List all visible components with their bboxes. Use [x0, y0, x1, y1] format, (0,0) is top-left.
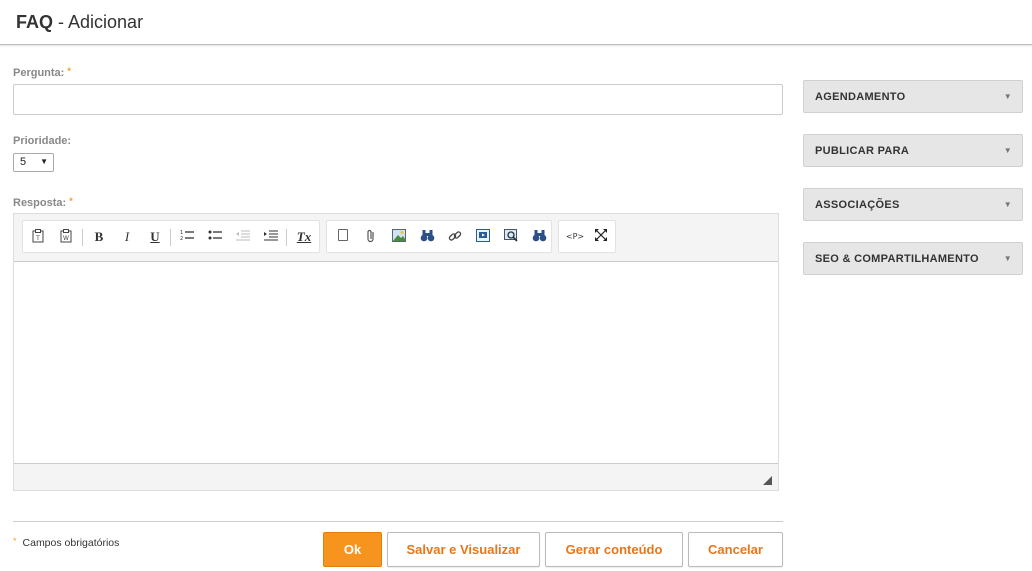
editor-statusbar [14, 463, 778, 490]
resposta-label-text: Resposta: [13, 197, 67, 209]
find-icon[interactable] [418, 229, 436, 245]
required-mark: * [69, 196, 73, 206]
chevron-down-icon: ▼ [1003, 254, 1012, 263]
save-preview-button[interactable]: Salvar e Visualizar [387, 532, 540, 567]
required-fields-note: * Campos obrigatórios [13, 536, 119, 549]
resposta-label: Resposta: * [13, 196, 73, 209]
new-page-icon[interactable] [334, 229, 352, 245]
source-code-button[interactable]: <P> [564, 229, 586, 245]
panel-publicar-para[interactable]: PUBLICAR PARA ▼ [803, 134, 1023, 167]
svg-text:T: T [35, 235, 40, 242]
panel-agendamento[interactable]: AGENDAMENTO ▼ [803, 80, 1023, 113]
prioridade-value: 5 [20, 156, 27, 168]
toolbar-group-insert [326, 220, 552, 253]
indent-icon[interactable] [262, 229, 280, 245]
panel-seo-compartilhamento[interactable]: SEO & COMPARTILHAMENTO ▼ [803, 242, 1023, 275]
panel-label: PUBLICAR PARA [815, 145, 910, 157]
bullet-list-icon[interactable] [206, 229, 224, 245]
link-icon[interactable] [446, 229, 464, 245]
underline-button[interactable]: U [146, 229, 164, 245]
page-title-module: FAQ [16, 12, 54, 32]
remove-format-button[interactable]: Tx [295, 229, 313, 245]
editor-content-area[interactable] [14, 263, 778, 463]
select-arrow-icon: ▼ [40, 157, 48, 166]
panel-label: SEO & COMPARTILHAMENTO [815, 253, 979, 265]
paste-text-icon[interactable]: T [29, 229, 47, 245]
toolbar-separator [286, 229, 287, 246]
source-code-label: <P> [565, 232, 585, 241]
svg-text:W: W [63, 235, 69, 242]
footer-divider [13, 521, 783, 522]
page-title-action: - Adicionar [53, 12, 144, 32]
numbered-list-icon[interactable]: 12 [178, 229, 196, 245]
page-header: FAQ - Adicionar [0, 0, 1032, 45]
bold-button[interactable]: B [90, 229, 108, 245]
toolbar-group-format: T W B I U 12 Tx [22, 220, 320, 253]
panel-associacoes[interactable]: ASSOCIAÇÕES ▼ [803, 188, 1023, 221]
toolbar-separator [170, 229, 171, 246]
svg-text:2: 2 [180, 236, 183, 241]
toolbar-separator [82, 229, 83, 246]
insert-media-icon[interactable] [474, 229, 492, 245]
chevron-down-icon: ▼ [1003, 146, 1012, 155]
chevron-down-icon: ▼ [1003, 92, 1012, 101]
cancel-button[interactable]: Cancelar [688, 532, 783, 567]
chevron-down-icon: ▼ [1003, 200, 1012, 209]
pergunta-label: Pergunta: * [13, 66, 71, 79]
ok-button[interactable]: Ok [323, 532, 382, 567]
insert-image-icon[interactable] [390, 229, 408, 245]
pergunta-input[interactable] [13, 84, 783, 115]
toolbar-group-view: <P> [558, 220, 616, 253]
panel-label: ASSOCIAÇÕES [815, 199, 900, 211]
panel-label: AGENDAMENTO [815, 91, 906, 103]
italic-button[interactable]: I [118, 229, 136, 245]
fullscreen-icon[interactable] [592, 229, 610, 245]
paste-word-icon[interactable]: W [57, 229, 75, 245]
remove-format-label: Tx [296, 229, 312, 244]
required-note-text: Campos obrigatórios [22, 537, 120, 549]
prioridade-label: Prioridade: [13, 135, 72, 147]
rich-text-editor: T W B I U 12 Tx <P> [13, 213, 779, 491]
generate-content-button[interactable]: Gerar conteúdo [545, 532, 683, 567]
attach-file-icon[interactable] [362, 229, 380, 245]
prioridade-select[interactable]: 5 ▼ [13, 153, 54, 172]
required-mark: * [13, 536, 17, 546]
resize-handle-icon[interactable] [763, 476, 772, 485]
page-shape-icon [338, 229, 348, 241]
pergunta-label-text: Pergunta: [13, 67, 65, 79]
required-mark: * [67, 66, 71, 76]
preview-icon[interactable] [502, 229, 520, 245]
page-title: FAQ - Adicionar [16, 12, 143, 33]
find-replace-icon[interactable] [530, 229, 548, 245]
editor-toolbar: T W B I U 12 Tx <P> [14, 214, 778, 262]
outdent-icon[interactable] [234, 229, 252, 245]
